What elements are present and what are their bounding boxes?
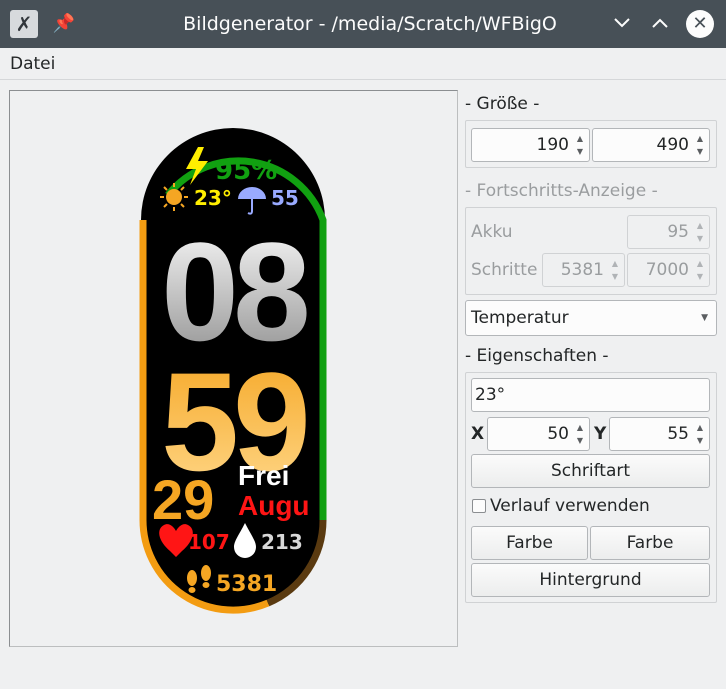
day-text: 29 — [152, 468, 214, 531]
steps-text: 5381 — [216, 572, 277, 597]
spin-arrows-icon[interactable]: ▲ ▼ — [693, 132, 707, 158]
app-icon[interactable]: ✗ — [10, 10, 38, 38]
minimize-icon[interactable] — [610, 12, 634, 36]
progress-group-label: - Fortschritts-Anzeige - — [465, 181, 658, 201]
y-spinbox[interactable]: 55 ▲ ▼ — [609, 417, 710, 451]
pin-icon[interactable]: 📌 — [52, 12, 76, 36]
menu-file[interactable]: Datei — [10, 54, 55, 74]
heart-rate-text: 107 — [188, 530, 230, 554]
color-button-1[interactable]: Farbe — [471, 526, 588, 560]
steps-value: 5381 — [560, 260, 604, 280]
width-value: 190 — [536, 135, 569, 155]
battery-text: 95% — [215, 156, 277, 186]
spin-arrows-icon[interactable]: ▲ ▼ — [573, 421, 587, 447]
temperature-text: 23° — [194, 186, 232, 210]
battery-label: Akku — [471, 222, 513, 242]
element-select-value: Temperatur — [471, 308, 569, 328]
spin-arrows-icon: ▲ ▼ — [696, 259, 704, 281]
preview-canvas[interactable]: 95% 23° 55 08 59 29 Frei Augu 107 213 53… — [9, 90, 458, 647]
properties-group-label: - Eigenschaften - — [465, 346, 609, 366]
watch-face-preview: 95% 23° 55 08 59 29 Frei Augu 107 213 53… — [139, 128, 327, 614]
spin-arrows-icon[interactable]: ▲ ▼ — [693, 421, 707, 447]
element-select[interactable]: Temperatur ▼ — [465, 300, 717, 336]
x-value: 50 — [547, 424, 569, 444]
font-button[interactable]: Schriftart — [471, 454, 710, 488]
month-text: Augu — [238, 490, 310, 521]
steps-label: Schritte — [471, 260, 538, 280]
y-value: 55 — [667, 424, 689, 444]
height-value: 490 — [656, 135, 689, 155]
spin-arrows-icon: ▲ ▼ — [696, 221, 704, 243]
close-icon[interactable]: ✕ — [686, 10, 714, 38]
spin-arrows-icon[interactable]: ▲ ▼ — [573, 132, 587, 158]
y-label: Y — [594, 424, 607, 444]
steps-goal-value: 7000 — [645, 260, 689, 280]
color-button-2[interactable]: Farbe — [590, 526, 710, 560]
menu-bar: Datei — [0, 48, 726, 80]
background-button[interactable]: Hintergrund — [471, 563, 710, 597]
x-label: X — [471, 424, 485, 444]
humidity-text: 213 — [261, 530, 303, 554]
battery-spinbox: 95 ▲ ▼ — [627, 215, 710, 249]
text-input-value: 23° — [475, 385, 506, 405]
gradient-label[interactable]: Verlauf verwenden — [490, 496, 650, 516]
chevron-down-icon: ▼ — [701, 313, 708, 323]
height-spinbox[interactable]: 490 ▲ ▼ — [592, 128, 710, 162]
steps-goal-spinbox: 7000 ▲ ▼ — [627, 253, 710, 287]
maximize-icon[interactable] — [648, 12, 672, 36]
rain-text: 55 — [271, 186, 299, 210]
size-group-label: - Größe - — [465, 94, 540, 114]
title-bar: ✗ 📌 Bildgenerator - /media/Scratch/WFBig… — [0, 0, 726, 48]
steps-spinbox: 5381 ▲ ▼ — [542, 253, 625, 287]
text-input[interactable]: 23° — [471, 378, 710, 412]
weekday-text: Frei — [238, 460, 289, 491]
width-spinbox[interactable]: 190 ▲ ▼ — [471, 128, 590, 162]
battery-value: 95 — [667, 222, 689, 242]
window-title: Bildgenerator - /media/Scratch/WFBigO — [183, 13, 557, 35]
spin-arrows-icon: ▲ ▼ — [611, 259, 619, 281]
x-spinbox[interactable]: 50 ▲ ▼ — [487, 417, 590, 451]
gradient-checkbox[interactable] — [472, 499, 486, 513]
